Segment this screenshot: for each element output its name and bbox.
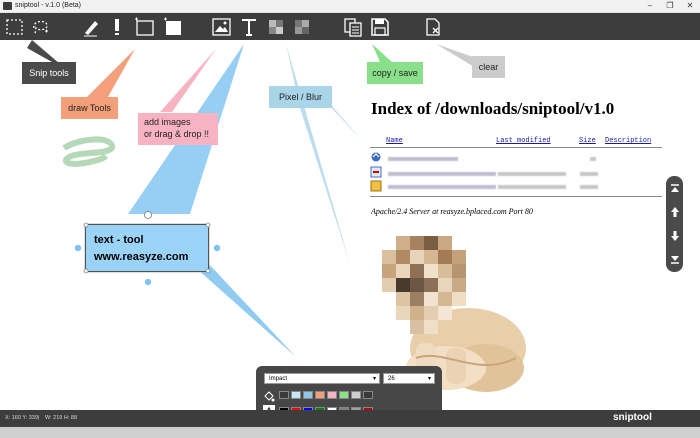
scroll-bottom-button[interactable]	[666, 248, 683, 270]
cursor-coords: X: 160 Y: 339	[5, 415, 38, 421]
listing-heading: Index of /downloads/sniptool/v1.0	[371, 99, 615, 118]
color-swatch[interactable]	[339, 391, 349, 399]
status-separator: |	[38, 415, 40, 421]
color-swatch[interactable]	[327, 391, 337, 399]
table-divider-bottom	[370, 196, 662, 197]
row-file-1[interactable]	[388, 172, 496, 176]
row-file-2[interactable]	[388, 185, 496, 189]
table-divider-top	[370, 147, 662, 148]
color-swatch[interactable]	[351, 391, 361, 399]
font-size-chevron-icon: ▾	[427, 376, 431, 382]
rotate-handle[interactable]	[144, 211, 152, 219]
scroll-top-button[interactable]	[666, 178, 683, 200]
font-select-value: Impact	[269, 376, 288, 382]
bottom-strip	[0, 427, 700, 438]
scroll-bottom-icon	[670, 256, 679, 264]
col-last-modified[interactable]: Last modified	[496, 137, 551, 145]
scroll-top-icon	[670, 184, 679, 192]
row-parent-dir[interactable]	[388, 157, 458, 161]
color-swatch[interactable]	[315, 391, 325, 399]
color-swatch[interactable]	[291, 391, 301, 399]
arrow-down-icon	[670, 231, 679, 241]
font-select[interactable]: Impact ▾	[264, 373, 380, 384]
scroll-up-button[interactable]	[666, 201, 683, 223]
selection-size: W: 219 H: 88	[45, 415, 77, 421]
color-swatch[interactable]	[303, 391, 313, 399]
file-icons	[370, 152, 382, 192]
listing-footer: Apache/2.4 Server at reasyze.bplaced.com…	[371, 207, 533, 216]
resize-handle-left[interactable]	[74, 244, 82, 252]
col-name[interactable]: Name	[386, 137, 403, 145]
font-size-select[interactable]: 26 ▾	[383, 373, 435, 384]
col-description[interactable]: Description	[605, 137, 651, 145]
fill-bucket-icon	[263, 389, 275, 402]
col-size[interactable]: Size	[579, 137, 596, 145]
font-select-chevron-icon: ▾	[372, 376, 376, 382]
font-size-value: 26	[388, 376, 395, 382]
scroll-down-button[interactable]	[666, 225, 683, 247]
color-swatch[interactable]	[279, 391, 289, 399]
arrow-up-icon	[670, 207, 679, 217]
brand-logo: sniptool	[613, 412, 652, 423]
scroll-controls	[666, 176, 683, 272]
resize-handle-bottom[interactable]	[144, 278, 152, 286]
status-bar: X: 160 Y: 339 | W: 219 H: 88 sniptool	[0, 410, 700, 427]
archive-icon	[370, 180, 382, 192]
resize-handle-right[interactable]	[213, 244, 221, 252]
color-swatch[interactable]	[363, 391, 373, 399]
